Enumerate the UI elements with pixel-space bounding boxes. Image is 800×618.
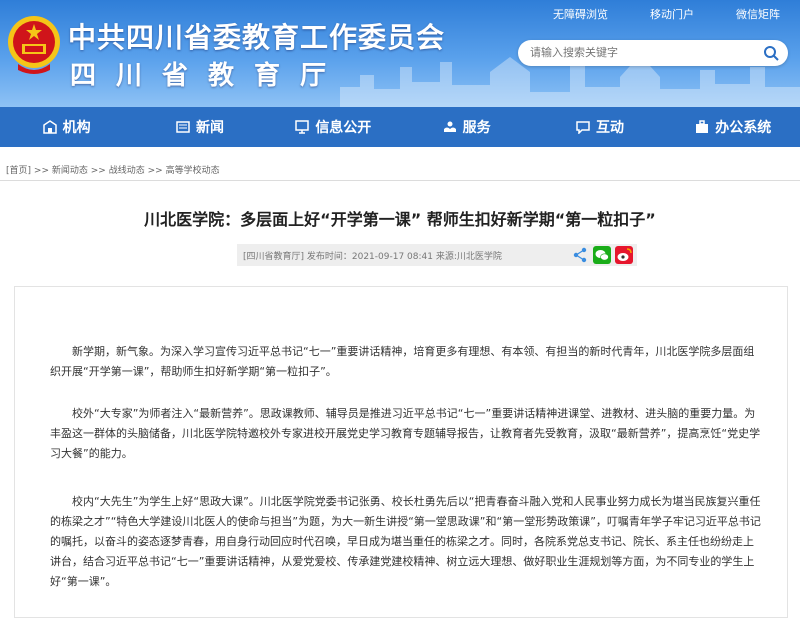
article-content: 新学期，新气象。为深入学习宣传习近平总书记“七一”重要讲话精神，培育更多有理想、… bbox=[14, 286, 788, 618]
nav-label: 服务 bbox=[462, 120, 491, 136]
article-paragraph: 校外“大专家”为师者注入“最新营养”。思政课教师、辅导员是推进习近平总书记“七一… bbox=[50, 407, 761, 460]
nav-label: 互动 bbox=[595, 120, 624, 136]
breadcrumb: [首页] >> 新闻动态 >> 战线动态 >> 高等学校动态 bbox=[6, 163, 220, 176]
briefcase-icon bbox=[696, 120, 709, 133]
nav-item-office-system[interactable]: 办公系统 bbox=[667, 107, 800, 147]
nav-item-info-public[interactable]: 信息公开 bbox=[267, 107, 400, 147]
site-title: 中共四川省委教育工作委员会 bbox=[68, 21, 446, 54]
breadcrumb-separator: >> bbox=[90, 166, 106, 176]
nav-item-interaction[interactable]: 互动 bbox=[533, 107, 666, 147]
header-banner: 中共四川省委教育工作委员会 四川省教育厅 无障碍浏览 移动门户 微信矩阵 bbox=[0, 0, 800, 107]
article-paragraph: 新学期，新气象。为深入学习宣传习近平总书记“七一”重要讲话精神，培育更多有理想、… bbox=[50, 345, 755, 378]
search-box bbox=[518, 40, 788, 66]
newspaper-icon bbox=[176, 121, 190, 133]
breadcrumb-news[interactable]: 新闻动态 bbox=[52, 166, 88, 176]
building-icon bbox=[42, 120, 57, 134]
wechat-matrix-link[interactable]: 微信矩阵 bbox=[736, 6, 780, 22]
national-emblem-icon bbox=[8, 16, 60, 74]
nav-item-service[interactable]: 服务 bbox=[400, 107, 533, 147]
breadcrumb-front-line[interactable]: 战线动态 bbox=[109, 166, 145, 176]
search-icon[interactable] bbox=[762, 44, 780, 62]
weibo-icon[interactable] bbox=[615, 246, 633, 264]
search-input[interactable] bbox=[528, 45, 752, 60]
nav-label: 新闻 bbox=[195, 120, 224, 136]
article-paragraph: 校内“大先生”为学生上好“思政大课”。川北医学院党委书记张勇、校长杜勇先后以“把… bbox=[50, 495, 761, 588]
monitor-icon bbox=[295, 120, 310, 134]
nav-label: 机构 bbox=[62, 120, 91, 136]
breadcrumb-separator: >> bbox=[147, 166, 163, 176]
wechat-icon[interactable] bbox=[593, 246, 611, 264]
nav-label: 信息公开 bbox=[315, 120, 372, 136]
breadcrumb-university[interactable]: 高等学校动态 bbox=[166, 166, 220, 176]
nav-label: 办公系统 bbox=[715, 120, 772, 136]
share-icon[interactable] bbox=[571, 246, 589, 264]
chat-icon bbox=[576, 121, 590, 134]
nav-item-news[interactable]: 新闻 bbox=[133, 107, 266, 147]
breadcrumb-separator: >> bbox=[33, 166, 49, 176]
article-title: 川北医学院：多层面上好“开学第一课” 帮师生扣好新学期“第一粒扣子” bbox=[144, 210, 656, 229]
accessibility-link[interactable]: 无障碍浏览 bbox=[553, 6, 608, 22]
divider bbox=[0, 180, 800, 181]
nav-item-institution[interactable]: 机构 bbox=[0, 107, 133, 147]
article-meta: [四川省教育厅] 发布时间：2021-09-17 08:41 来源:川北医学院 bbox=[243, 252, 502, 262]
article-meta-bar: [四川省教育厅] 发布时间：2021-09-17 08:41 来源:川北医学院 bbox=[237, 244, 637, 266]
top-links: 无障碍浏览 移动门户 微信矩阵 bbox=[553, 6, 780, 22]
breadcrumb-home[interactable]: [首页] bbox=[6, 166, 31, 176]
site-subtitle: 四川省教育厅 bbox=[70, 61, 347, 91]
mobile-portal-link[interactable]: 移动门户 bbox=[650, 6, 694, 22]
hands-icon bbox=[443, 121, 456, 132]
main-nav: 机构 新闻 信息公开 服务 互动 办公系统 bbox=[0, 107, 800, 147]
